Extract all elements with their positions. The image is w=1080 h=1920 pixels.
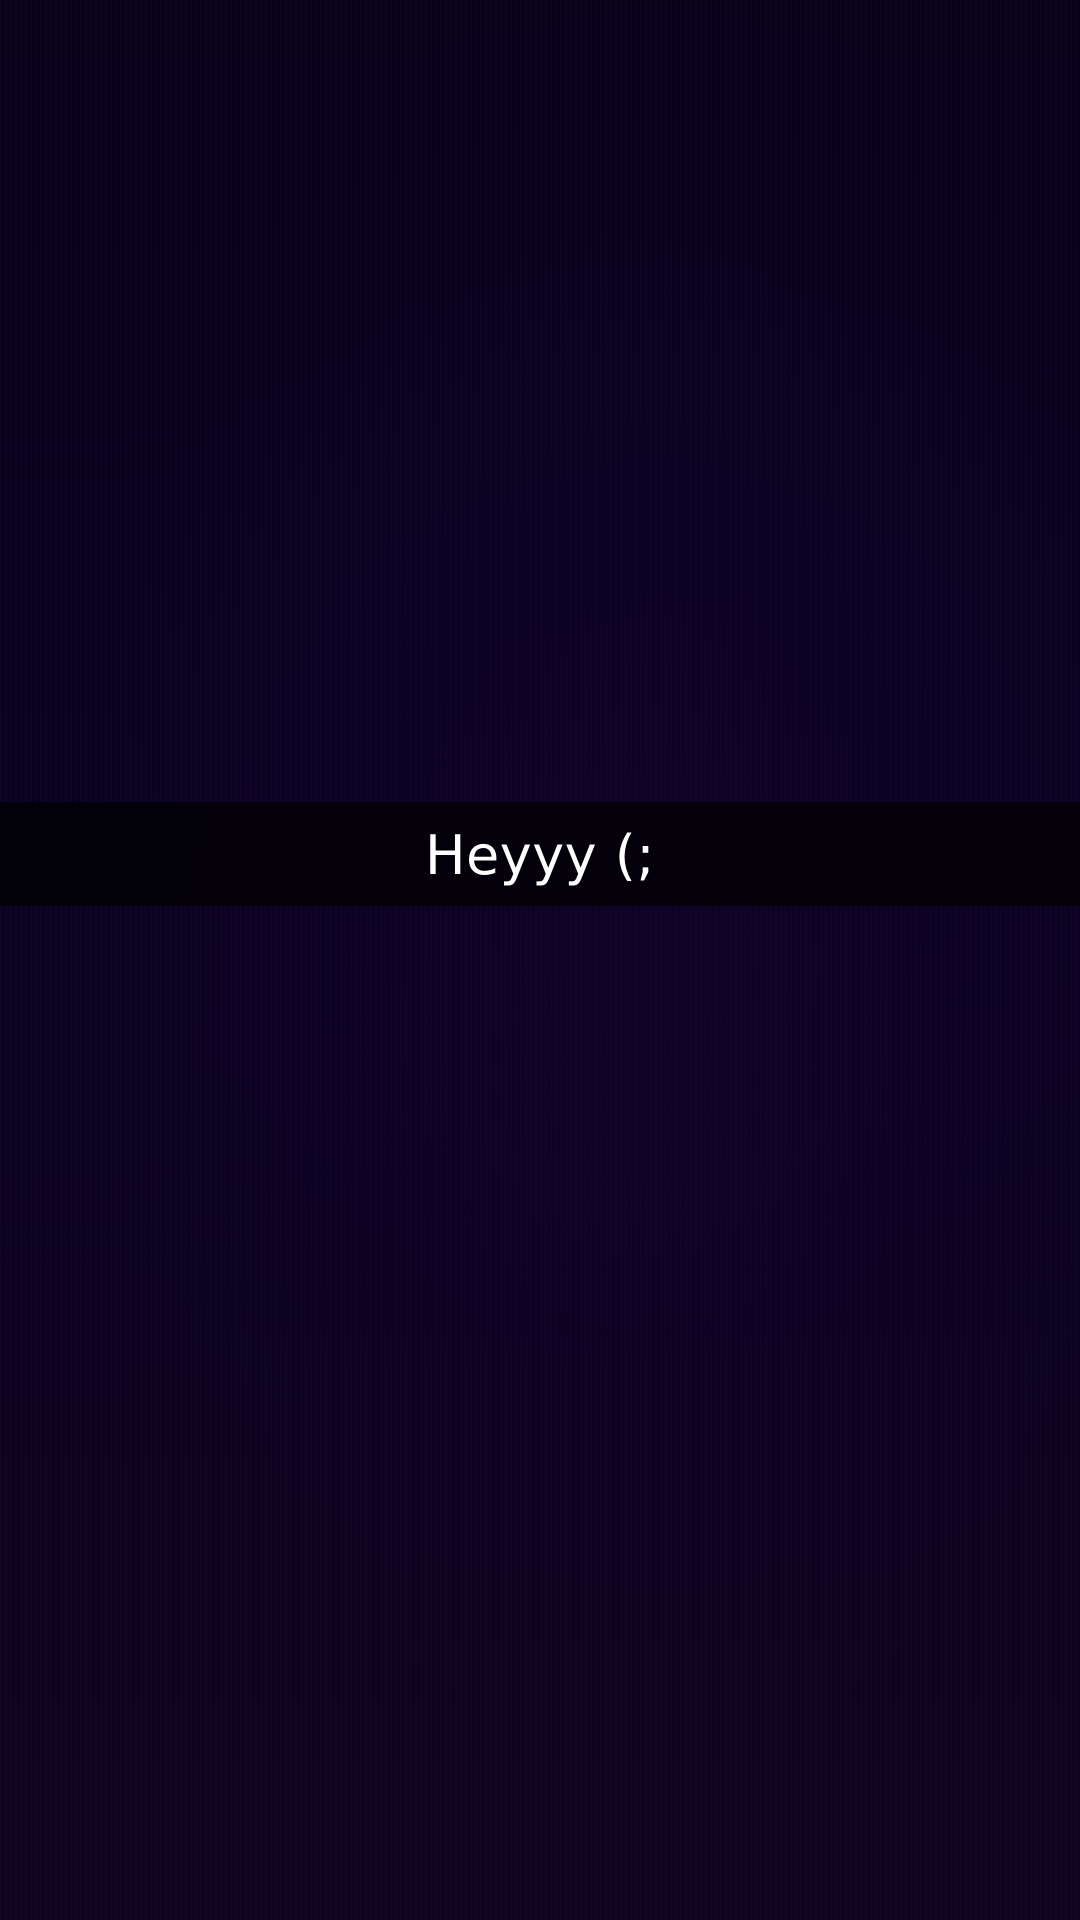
snap-photo-tint [0, 0, 1080, 1920]
snap-caption-bar: Heyyy (; [0, 802, 1080, 906]
snap-caption-text: Heyyy (; [424, 824, 656, 887]
